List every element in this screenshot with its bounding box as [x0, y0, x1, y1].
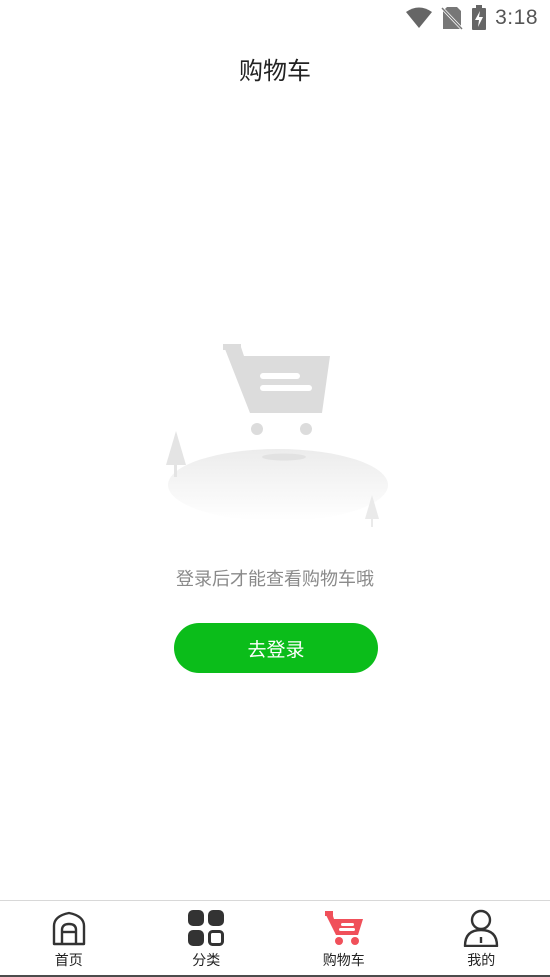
user-icon: [461, 908, 501, 948]
home-icon: [49, 908, 89, 948]
empty-cart-illustration: [160, 335, 390, 535]
page-title: 购物车: [239, 56, 311, 85]
tab-label-category: 分类: [192, 953, 221, 969]
category-grid-icon: [186, 908, 226, 948]
status-bar: 3:18: [0, 0, 550, 36]
tab-label-mine: 我的: [467, 953, 496, 969]
bottom-tab-bar: 首页 分类 购物车 我的: [0, 900, 550, 977]
tab-home[interactable]: 首页: [0, 901, 138, 977]
battery-charging-icon: [471, 5, 487, 31]
tab-category[interactable]: 分类: [138, 901, 276, 977]
shopping-cart-icon: [324, 908, 364, 948]
tab-label-cart: 购物车: [322, 953, 365, 969]
wifi-icon: [405, 7, 433, 29]
app-header: 购物车: [0, 36, 550, 100]
tab-cart[interactable]: 购物车: [275, 901, 413, 977]
status-icons: 3:18: [405, 4, 538, 32]
tab-label-home: 首页: [54, 953, 83, 969]
no-sim-icon: [441, 6, 464, 30]
empty-state-message: 登录后才能查看购物车哦: [176, 569, 374, 590]
status-time: 3:18: [495, 6, 538, 29]
login-button[interactable]: 去登录: [174, 623, 378, 673]
tab-mine[interactable]: 我的: [413, 901, 550, 977]
